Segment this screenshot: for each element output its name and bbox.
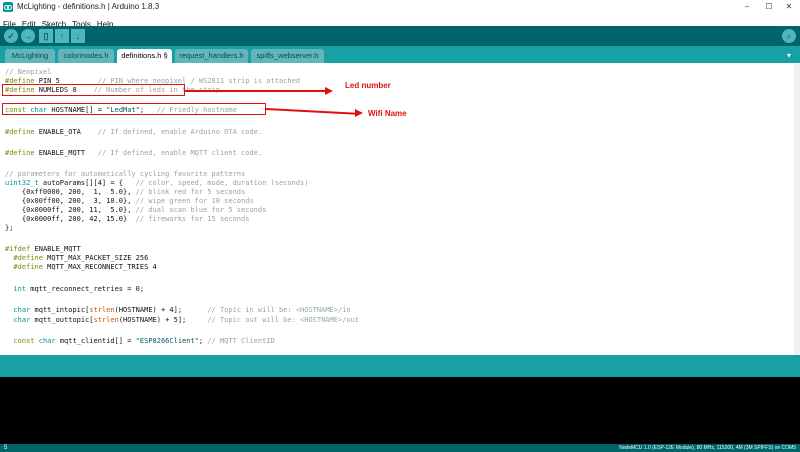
code-line: const char mqtt_clientid[] = "ESP8266Cli…	[5, 337, 275, 345]
tab-colormodes[interactable]: colormodes.h	[58, 49, 114, 63]
code-line: // Neopixel	[5, 68, 52, 76]
serial-monitor-icon[interactable]: ⌕	[782, 29, 796, 43]
code-line: #define ENABLE_MQTT // If defined, enabl…	[5, 149, 263, 157]
code-line: #define MQTT_MAX_PACKET_SIZE 256	[5, 254, 149, 262]
tab-request-handlers[interactable]: request_handlers.h	[175, 49, 248, 63]
code-line: #define MQTT_MAX_RECONNECT_TRIES 4	[5, 263, 157, 271]
close-button[interactable]: ✕	[778, 0, 800, 14]
code-line: {0x0000ff, 200, 11, 5.0}, // dual scan b…	[5, 206, 267, 214]
code-line: #define ENABLE_OTA // If defined, enable…	[5, 128, 263, 136]
wifi-name-label: Wifi Name	[368, 109, 407, 118]
arrow-head-icon	[325, 87, 333, 95]
output-console[interactable]	[0, 377, 800, 444]
open-sketch-icon[interactable]: ↑	[55, 29, 69, 43]
toolbar: ✓ → ▯ ↑ ↓ ⌕	[0, 26, 800, 46]
led-number-label: Led number	[345, 81, 391, 90]
arrow-head-icon	[355, 109, 363, 117]
statusbar: 5 NodeMCU 1.0 (ESP-12E Module), 80 MHz, …	[0, 444, 800, 452]
minimize-button[interactable]: –	[736, 0, 758, 14]
code-editor[interactable]: // Neopixel #define PIN 5 // PIN where n…	[0, 63, 800, 355]
led-number-highlight-box	[2, 84, 185, 96]
wifi-name-highlight-box	[2, 103, 266, 115]
line-number: 5	[4, 445, 8, 451]
tab-mclighting[interactable]: McLighting	[5, 49, 55, 63]
code-line: // parameters for automatically cycling …	[5, 170, 246, 178]
code-line: uint32_t autoParams[][4] = { // color, s…	[5, 179, 309, 187]
editor-scrollbar[interactable]	[794, 63, 800, 355]
arduino-logo-icon	[3, 2, 13, 12]
led-number-arrow	[185, 90, 327, 92]
tab-spiffs-webserver[interactable]: spiffs_webserver.h	[251, 49, 324, 63]
code-line: {0x00ff00, 200, 3, 10.0}, // wipe green …	[5, 197, 254, 205]
wifi-name-arrow	[265, 108, 357, 115]
code-line: char mqtt_outtopic[strlen(HOSTNAME) + 5]…	[5, 316, 360, 324]
new-sketch-icon[interactable]: ▯	[39, 29, 53, 43]
upload-icon[interactable]: →	[21, 29, 35, 43]
tab-definitions[interactable]: definitions.h §	[117, 49, 172, 63]
board-info: NodeMCU 1.0 (ESP-12E Module), 80 MHz, 11…	[619, 445, 796, 451]
window-title: McLighting - definitions.h | Arduino 1.8…	[17, 2, 160, 11]
code-line: char mqtt_intopic[strlen(HOSTNAME) + 4];…	[5, 306, 351, 314]
menubar: File Edit Sketch Tools Help	[0, 14, 800, 29]
verify-icon[interactable]: ✓	[4, 29, 18, 43]
window-titlebar: McLighting - definitions.h | Arduino 1.8…	[0, 0, 800, 14]
code-line: {0xff0000, 200, 1, 5.0}, // blink red fo…	[5, 188, 246, 196]
message-area	[0, 355, 800, 377]
code-line: #ifdef ENABLE_MQTT	[5, 245, 81, 253]
code-line: {0x0000ff, 200, 42, 15.0} // fireworks f…	[5, 215, 250, 223]
tab-menu-icon[interactable]: ▾	[784, 51, 794, 60]
code-line: int mqtt_reconnect_retries = 0;	[5, 285, 145, 293]
tabbar: McLighting colormodes.h definitions.h § …	[0, 46, 800, 63]
maximize-button[interactable]: ☐	[758, 0, 780, 14]
save-sketch-icon[interactable]: ↓	[71, 29, 85, 43]
code-line: };	[5, 224, 14, 232]
